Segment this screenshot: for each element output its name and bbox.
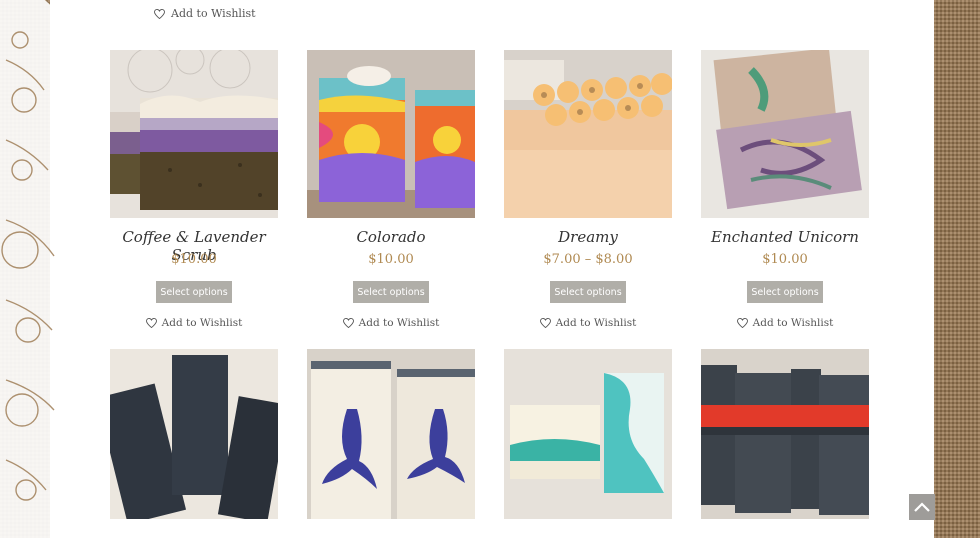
- burlap-left-texture: [0, 0, 52, 538]
- product-image-mermaid[interactable]: [307, 349, 475, 519]
- product-price: $10.00: [171, 252, 217, 267]
- product-card-enchanted-unicorn: Enchanted Unicorn $10.00 Select options …: [701, 50, 869, 329]
- heart-icon: [736, 318, 748, 328]
- wishlist-label: Add to Wishlist: [752, 317, 834, 329]
- product-price: $7.00 – $8.00: [543, 252, 633, 267]
- product-card-dreamy: Dreamy $7.00 – $8.00 Select options Add …: [504, 50, 672, 329]
- product-title[interactable]: Coffee & Lavender Scrub: [110, 228, 278, 264]
- product-image-ocean[interactable]: [504, 349, 672, 519]
- product-card-charcoal: [110, 349, 278, 519]
- heart-icon: [539, 318, 551, 328]
- product-image-coffee-lavender[interactable]: [110, 50, 278, 218]
- main-content: Add to Wishlist Coffee & Lavender Scrub …: [50, 0, 934, 538]
- product-card-colorado: Colorado $10.00 Select options Add to Wi…: [307, 50, 475, 329]
- chevron-up-icon: [914, 502, 930, 512]
- product-title[interactable]: Colorado: [307, 228, 475, 252]
- select-options-button[interactable]: Select options: [550, 281, 626, 303]
- product-card-coffee-lavender: Coffee & Lavender Scrub $10.00 Select op…: [110, 50, 278, 329]
- wishlist-label: Add to Wishlist: [171, 7, 256, 20]
- product-card-mermaid: [307, 349, 475, 519]
- wishlist-label: Add to Wishlist: [358, 317, 440, 329]
- heart-icon: [154, 8, 165, 19]
- wishlist-link[interactable]: Add to Wishlist: [110, 317, 278, 329]
- product-title[interactable]: Enchanted Unicorn: [701, 228, 869, 252]
- product-image-charcoal[interactable]: [110, 349, 278, 519]
- scroll-to-top-button[interactable]: [909, 494, 935, 520]
- wishlist-label: Add to Wishlist: [555, 317, 637, 329]
- product-card-thin-red-line: [701, 349, 869, 519]
- burlap-right-texture: [934, 0, 980, 538]
- select-options-button[interactable]: Select options: [156, 281, 232, 303]
- wishlist-link[interactable]: Add to Wishlist: [504, 317, 672, 329]
- product-price: $10.00: [762, 252, 808, 267]
- product-image-dreamy[interactable]: [504, 50, 672, 218]
- product-image-thin-red-line[interactable]: [701, 349, 869, 519]
- select-options-button[interactable]: Select options: [747, 281, 823, 303]
- wishlist-link[interactable]: Add to Wishlist: [701, 317, 869, 329]
- wishlist-label: Add to Wishlist: [161, 317, 243, 329]
- product-card-ocean: [504, 349, 672, 519]
- product-price: $10.00: [368, 252, 414, 267]
- product-image-enchanted-unicorn[interactable]: [701, 50, 869, 218]
- product-grid: Coffee & Lavender Scrub $10.00 Select op…: [110, 50, 869, 519]
- wishlist-link[interactable]: Add to Wishlist: [307, 317, 475, 329]
- product-title[interactable]: Dreamy: [504, 228, 672, 252]
- heart-icon: [145, 318, 157, 328]
- heart-icon: [342, 318, 354, 328]
- select-options-button[interactable]: Select options: [353, 281, 429, 303]
- product-image-colorado[interactable]: [307, 50, 475, 218]
- wishlist-link-top[interactable]: Add to Wishlist: [154, 7, 264, 20]
